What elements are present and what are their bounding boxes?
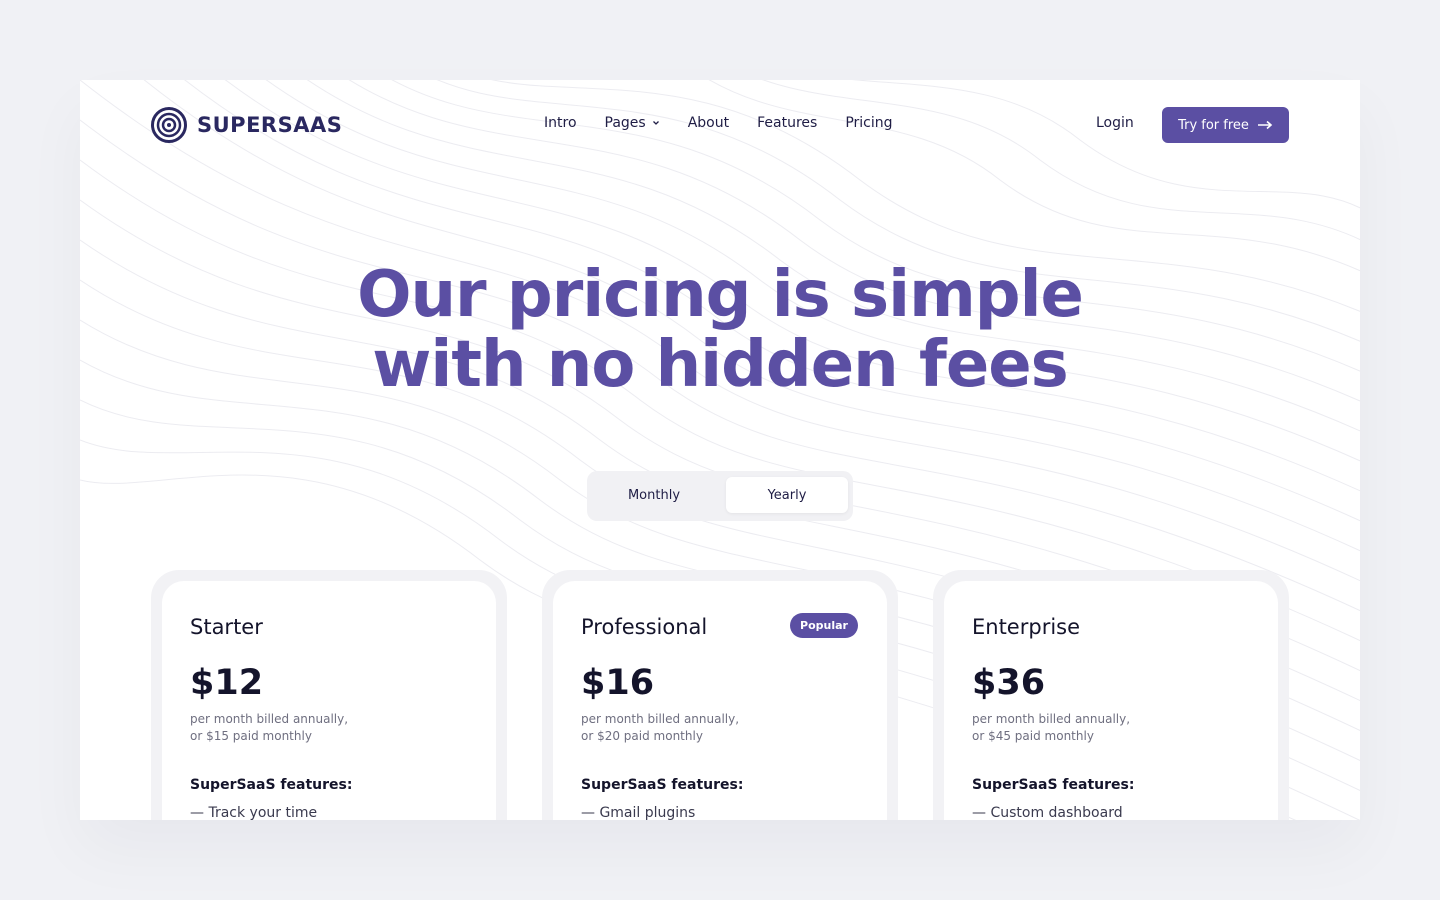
plan-price: $16	[581, 663, 655, 703]
plan-name: Starter	[190, 615, 263, 639]
pricing-card-body: Starter $12 per month billed annually, o…	[162, 581, 496, 820]
billing-period-toggle: Monthly Yearly	[587, 471, 853, 521]
try-for-free-button[interactable]: Try for free	[1162, 107, 1289, 143]
popular-badge: Popular	[790, 613, 858, 638]
nav-item-label: Intro	[544, 115, 577, 131]
plan-price-note-line-2: or $20 paid monthly	[581, 729, 703, 743]
pricing-card-professional: Professional Popular $16 per month bille…	[542, 570, 898, 820]
plan-features-title: SuperSaaS features:	[581, 777, 744, 793]
plan-price-note: per month billed annually, or $20 paid m…	[581, 711, 841, 745]
try-for-free-label: Try for free	[1178, 117, 1249, 133]
plan-price-note-line-1: per month billed annually,	[972, 712, 1131, 726]
plan-price-note-line-1: per month billed annually,	[190, 712, 349, 726]
plan-price-note-line-2: or $15 paid monthly	[190, 729, 312, 743]
brand-name: SUPERSAAS	[197, 113, 343, 137]
pricing-card-starter: Starter $12 per month billed annually, o…	[151, 570, 507, 820]
plan-feature-item: — Custom dashboard	[972, 805, 1123, 820]
arrow-right-icon	[1257, 120, 1273, 130]
page-frame: SUPERSAAS Intro Pages About Features Pri…	[80, 80, 1360, 820]
nav-item-pages[interactable]: Pages	[605, 115, 660, 131]
toggle-option-monthly[interactable]: Monthly	[593, 477, 715, 513]
login-link[interactable]: Login	[1096, 115, 1134, 131]
nav-item-label: Pricing	[845, 115, 893, 131]
plan-features-title: SuperSaaS features:	[190, 777, 353, 793]
hero-heading-line-1: Our pricing is simple	[357, 258, 1084, 332]
plan-name: Enterprise	[972, 615, 1081, 639]
plan-price-note-line-2: or $45 paid monthly	[972, 729, 1094, 743]
hero-heading: Our pricing is simple with no hidden fee…	[80, 260, 1360, 400]
nav-item-label: Features	[757, 115, 818, 131]
plan-price: $12	[190, 663, 264, 703]
plan-price-note-line-1: per month billed annually,	[581, 712, 740, 726]
brand-logo-icon	[151, 107, 187, 143]
main-nav: Intro Pages About Features Pricing	[544, 115, 921, 131]
pricing-card-enterprise: Enterprise $36 per month billed annually…	[933, 570, 1289, 820]
nav-item-intro[interactable]: Intro	[544, 115, 577, 131]
nav-item-label: Pages	[604, 115, 646, 131]
plan-price: $36	[972, 663, 1046, 703]
plan-feature-item: — Gmail plugins	[581, 805, 696, 820]
pricing-card-body: Professional Popular $16 per month bille…	[553, 581, 887, 820]
pricing-card-body: Enterprise $36 per month billed annually…	[944, 581, 1278, 820]
plan-feature-item: — Track your time	[190, 805, 318, 820]
plan-features-title: SuperSaaS features:	[972, 777, 1135, 793]
nav-item-about[interactable]: About	[688, 115, 729, 131]
site-header: SUPERSAAS Intro Pages About Features Pri…	[80, 80, 1360, 170]
plan-price-note: per month billed annually, or $45 paid m…	[972, 711, 1232, 745]
plan-price-note: per month billed annually, or $15 paid m…	[190, 711, 450, 745]
nav-item-features[interactable]: Features	[757, 115, 817, 131]
brand-logo[interactable]: SUPERSAAS	[151, 106, 342, 144]
chevron-down-icon	[652, 121, 659, 125]
nav-item-label: About	[687, 115, 730, 131]
plan-name: Professional	[581, 615, 708, 639]
nav-item-pricing[interactable]: Pricing	[845, 115, 892, 131]
toggle-option-yearly[interactable]: Yearly	[726, 477, 848, 513]
hero-heading-line-2: with no hidden fees	[372, 328, 1068, 402]
